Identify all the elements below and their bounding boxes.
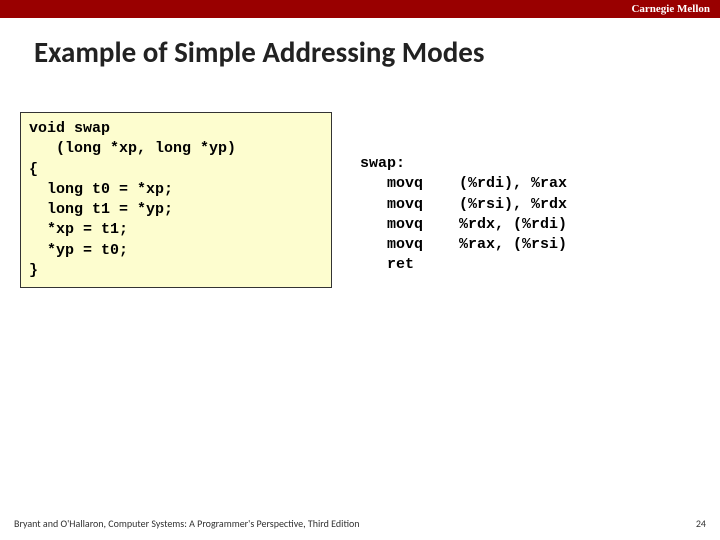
assembly-code: swap: movq (%rdi), %rax movq (%rsi), %rd… [360, 154, 567, 288]
top-bar: Carnegie Mellon [0, 0, 720, 18]
content-row: void swap (long *xp, long *yp) { long t0… [0, 112, 720, 288]
brand-label: Carnegie Mellon [631, 0, 710, 18]
c-code-box: void swap (long *xp, long *yp) { long t0… [20, 112, 332, 288]
page-number: 24 [696, 517, 706, 530]
slide-title: Example of Simple Addressing Modes [34, 34, 720, 70]
footer-citation: Bryant and O'Hallaron, Computer Systems:… [14, 517, 360, 530]
footer: Bryant and O'Hallaron, Computer Systems:… [14, 517, 706, 530]
